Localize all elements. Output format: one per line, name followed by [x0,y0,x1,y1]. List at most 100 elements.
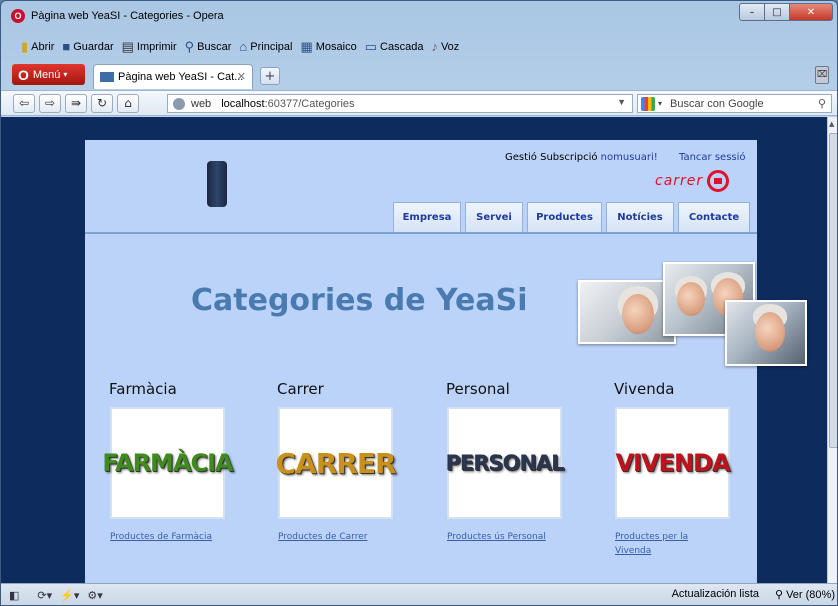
elderly-photo-3 [725,300,807,366]
opera-o-icon: O [18,66,29,83]
username-link[interactable]: nomusuari! [601,152,658,163]
chevron-down-icon: ▾ [63,70,68,79]
turbo-icon[interactable]: ⚡▾ [60,589,79,602]
reload-icon: ↻ [96,96,108,110]
fast-forward-button[interactable]: ⇛ [65,93,87,113]
category-link-carrer[interactable]: Productes de Carrer [278,530,388,544]
tab-title: Pàgina web YeaSI - Cat... [118,71,244,83]
reload-button[interactable]: ↻ [91,93,113,113]
browser-window: O Pàgina web YeaSI - Categories - Opera … [0,0,838,606]
category-title: Farmàcia [109,380,177,398]
toolbar: ▮ Abrir ■ Guardar ▤ Imprimir ⚲ Buscar ⌂ Princ… [1,35,837,59]
subscription-label: Gestió Subscripció [505,152,598,163]
category-image-personal[interactable]: PERSONAL [445,407,565,519]
save-button[interactable]: ■ Guardar [62,40,113,54]
vertical-scrollbar[interactable]: ▲ [827,117,837,583]
nav-noticies[interactable]: Notícies [606,202,674,232]
category-image-word: CARRER [275,446,396,480]
sync-icon[interactable]: ⟳▾ [37,589,52,602]
voice-button[interactable]: ♪ Voz [431,40,459,54]
search-icon: ⚲ [184,39,195,54]
cascade-label: Cascada [380,41,424,53]
web-page: Gestió Subscripció nomusuari! Tancar ses… [85,140,807,583]
scroll-up-icon[interactable]: ▲ [829,120,834,128]
settings-icon[interactable]: ⚙▾ [87,589,102,602]
status-bar: ◧ ⟳▾ ⚡▾ ⚙▾ Actualización lista ⚲ Ver (80… [1,583,837,605]
page-viewport: Gestió Subscripció nomusuari! Tancar ses… [1,117,827,583]
category-vivenda: Vivenda VIVENDA Productes per la Vivenda [614,380,737,556]
category-image-carrer[interactable]: CARRER [275,407,397,519]
home-icon: ⌂ [239,39,248,54]
globe-icon [173,97,185,110]
fast-forward-icon: ⇛ [70,96,82,110]
open-button[interactable]: ▮ Abrir [21,40,54,54]
forward-button[interactable]: ⇨ [39,93,61,113]
print-icon: ▤ [121,39,134,54]
back-arrow-icon: ⇦ [18,96,30,110]
new-tab-button[interactable]: + [260,67,280,85]
title-bar: O Pàgina web YeaSI - Categories - Opera … [1,1,837,31]
nav-productes[interactable]: Productes [527,202,602,232]
print-label: Imprimir [136,41,177,53]
zoom-icon: ⚲ [774,589,784,601]
print-button[interactable]: ▤ Imprimir [122,40,177,54]
logout-link[interactable]: Tancar sessió [679,152,746,163]
forward-arrow-icon: ⇨ [44,96,56,110]
home-label: Principal [250,41,293,53]
close-tab-icon[interactable]: ✕ [237,70,246,83]
tile-label: Mosaico [315,41,357,53]
trash-icon[interactable]: ⌧ [815,66,829,84]
nav-empresa[interactable]: Empresa [393,202,461,232]
cascade-button[interactable]: ▭ Cascada [365,40,424,54]
url-host: localhost [221,97,265,110]
google-icon[interactable] [641,96,655,111]
search-engine-dropdown-icon[interactable]: ▾ [658,99,662,108]
save-label: Guardar [73,41,114,53]
scrollbar-thumb[interactable] [829,133,837,448]
page-heading: Categories de YeaSi [191,283,528,318]
nav-contacte[interactable]: Contacte [678,202,750,232]
user-info: Gestió Subscripció nomusuari! [505,152,658,163]
category-link-personal[interactable]: Productes ús Personal [447,530,557,544]
main-nav: Empresa Servei Productes Notícies Contac… [393,202,754,232]
nav-servei[interactable]: Servei [465,202,523,232]
magnifier-icon[interactable]: ⚲ [818,97,826,110]
address-dropdown-icon[interactable]: ▼ [617,97,626,107]
category-farmacia: Farmàcia FARMÀCIA Productes de Farmàcia [102,380,233,542]
search-label: Buscar [197,41,232,53]
carrer-logo[interactable]: carrer [655,169,749,193]
address-toolbar: ⇦ ⇨ ⇛ ↻ ⌂ web localhost:60377/Categories… [1,90,837,116]
category-image-farmacia[interactable]: FARMÀCIA [102,407,234,519]
maximize-button[interactable]: □ [764,3,790,21]
panel-toggle-icon[interactable]: ◧ [9,589,19,602]
close-window-button[interactable]: ✕ [789,3,833,21]
address-field[interactable]: web localhost:60377/Categories ▼ [167,94,633,113]
tab-categories[interactable]: Pàgina web YeaSI - Cat... ✕ [93,64,253,89]
category-link-farmacia[interactable]: Productes de Farmàcia [110,530,220,544]
category-image-vivenda[interactable]: VIVENDA [615,407,731,519]
cart-icon [707,170,730,192]
window-controls: – □ ✕ [739,3,833,21]
home-button[interactable]: ⌂ Principal [239,40,292,54]
device-image [207,161,227,207]
category-title: Vivenda [614,380,675,398]
cascade-icon: ▭ [364,39,378,54]
opera-menu-button[interactable]: O Menú ▾ [12,64,85,85]
category-personal: Personal PERSONAL Productes ús Personal [445,380,569,542]
back-button[interactable]: ⇦ [13,93,35,113]
zoom-control[interactable]: ⚲ Ver (80%) [775,588,835,601]
minimize-button[interactable]: – [739,3,765,21]
voice-icon: ♪ [431,39,438,54]
search-field[interactable]: ▾ Buscar con Google ⚲ [637,94,832,113]
url-path: :60377/Categories [264,97,355,110]
favicon-icon [100,72,114,82]
home-nav-button[interactable]: ⌂ [117,93,139,113]
search-button[interactable]: ⚲ Buscar [185,40,232,54]
tile-button[interactable]: ▦ Mosaico [300,40,356,54]
category-image-word: FARMÀCIA [102,449,233,477]
search-placeholder: Buscar con Google [670,97,764,110]
folder-icon: ▮ [21,39,29,54]
zoom-label: Ver (80%) [786,589,835,601]
category-link-vivenda[interactable]: Productes per la Vivenda [615,530,725,558]
category-image-word: PERSONAL [445,451,564,475]
